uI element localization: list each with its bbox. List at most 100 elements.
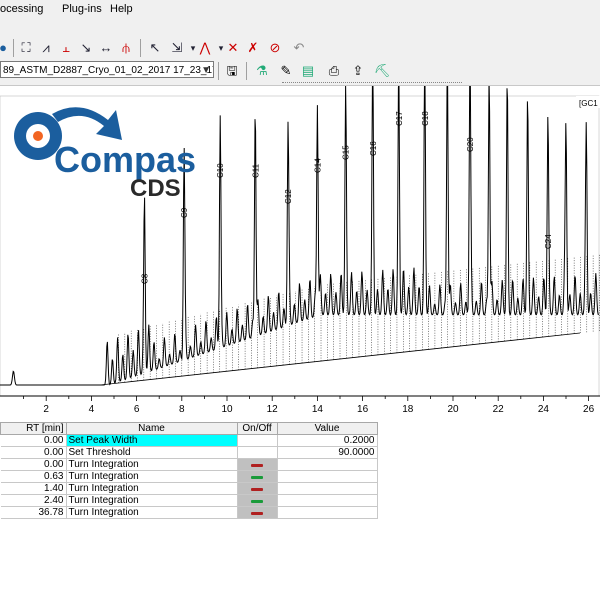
peak-label: C24 [544, 234, 553, 249]
logo-arrow [52, 107, 122, 140]
cell-onoff[interactable] [237, 482, 278, 495]
col-header-rt[interactable]: RT [min] [0, 422, 67, 435]
table-row[interactable]: 36.78 Turn Integration [0, 506, 378, 519]
table-row[interactable]: 0.00 Set Threshold 90.0000 [0, 446, 378, 459]
toggle-flag-icon[interactable] [251, 464, 263, 467]
cell-value[interactable]: 0.2000 [277, 434, 378, 447]
x-tick-label: 14 [312, 404, 324, 415]
cell-rt[interactable]: 2.40 [0, 494, 67, 507]
cell-rt[interactable]: 1.40 [0, 482, 67, 495]
peak-label: C10 [216, 163, 225, 178]
export-icon[interactable]: ⇪ [348, 62, 368, 80]
logo-subtitle: CDS [130, 175, 181, 200]
remove-baseline-icon[interactable]: ✗ [244, 39, 262, 57]
cell-value[interactable] [277, 494, 378, 507]
table-row[interactable]: 0.00 Turn Integration [0, 458, 378, 471]
logo-wordmark: Compass [54, 139, 195, 180]
x-tick-label: 24 [538, 404, 550, 415]
x-tick-label: 20 [447, 404, 459, 415]
print-icon[interactable]: ⎙ [324, 62, 344, 80]
peak-label: C11 [251, 163, 260, 178]
integrate-icon[interactable]: ⫠ [57, 39, 75, 57]
cell-onoff[interactable] [237, 494, 278, 507]
x-tick-label: 16 [357, 404, 369, 415]
clear-peaks-icon[interactable]: ⊘ [266, 39, 284, 57]
x-tick-label: 26 [583, 404, 595, 415]
peak-label: C20 [466, 137, 475, 152]
cell-value[interactable] [277, 470, 378, 483]
toggle-flag-icon[interactable] [251, 512, 263, 515]
x-tick-label: 4 [89, 404, 95, 415]
toolbar-main: ● ⛶ ⩘ ⫠ ↘ ↔ ⫛ ↖ ⇲ ▾ ⋀ ▾ ✕ ✗ ⊘ ↶ [0, 19, 600, 59]
cell-rt[interactable]: 36.78 [0, 506, 67, 519]
cell-name[interactable]: Turn Integration [66, 482, 238, 495]
col-header-name[interactable]: Name [65, 422, 238, 435]
cell-onoff[interactable] [237, 446, 278, 459]
cell-onoff[interactable] [237, 506, 278, 519]
cell-value[interactable] [277, 506, 378, 519]
cell-name[interactable]: Set Peak Width [66, 434, 238, 447]
menu-bar: ocessing Plug-ins Help [0, 0, 600, 19]
x-tick-label: 8 [179, 404, 185, 415]
cell-value[interactable]: 90.0000 [277, 446, 378, 459]
record-icon[interactable]: ● [0, 39, 12, 57]
col-header-onoff[interactable]: On/Off [236, 422, 278, 435]
menu-processing[interactable]: ocessing [0, 3, 43, 15]
table-header-row: RT [min] Name On/Off Value [0, 422, 378, 435]
peak-label: C18 [421, 111, 430, 126]
cell-rt[interactable]: 0.00 [0, 446, 67, 459]
x-tick-label: 18 [402, 404, 414, 415]
toggle-flag-icon[interactable] [251, 476, 263, 479]
cell-value[interactable] [277, 458, 378, 471]
toggle-flag-icon[interactable] [251, 500, 263, 503]
cell-rt[interactable]: 0.63 [0, 470, 67, 483]
cell-value[interactable] [277, 482, 378, 495]
cell-name[interactable]: Turn Integration [66, 506, 238, 519]
calibrate-icon[interactable]: ⚗ [252, 62, 272, 80]
peak-label: C9 [180, 207, 189, 218]
toggle-flag-icon[interactable] [251, 488, 263, 491]
table-row[interactable]: 0.63 Turn Integration [0, 470, 378, 483]
cell-rt[interactable]: 0.00 [0, 434, 67, 447]
x-tick-label: 2 [43, 404, 49, 415]
undo-icon[interactable]: ↶ [290, 39, 308, 57]
menu-help[interactable]: Help [110, 3, 133, 15]
cell-onoff[interactable] [237, 458, 278, 471]
cell-name[interactable]: Turn Integration [66, 470, 238, 483]
report-icon[interactable]: ▤ [298, 62, 318, 80]
peak-label: C15 [342, 145, 351, 160]
window-tag: [GC1 [579, 99, 598, 108]
baseline-icon[interactable]: ↘ [77, 39, 95, 57]
peak-label: C8 [141, 273, 150, 284]
delete-peak-icon[interactable]: ✕ [224, 39, 242, 57]
cell-name[interactable]: Turn Integration [66, 494, 238, 507]
table-row[interactable]: 1.40 Turn Integration [0, 482, 378, 495]
split-peak-icon[interactable]: ↔ [97, 39, 115, 57]
file-select[interactable]: 89_ASTM_D2887_Cryo_01_02_2017 17_23_172_… [0, 61, 214, 78]
save-icon[interactable]: 🖫 [222, 62, 242, 80]
chevron-down-icon[interactable]: ▼ [201, 62, 211, 77]
peak-width-icon[interactable]: ⩘ [37, 39, 55, 57]
instrument-icon[interactable]: ⛏ [372, 62, 392, 80]
table-row[interactable]: 0.00 Set Peak Width 0.2000 [0, 434, 378, 447]
table-row[interactable]: 2.40 Turn Integration [0, 494, 378, 507]
x-tick-label: 10 [221, 404, 233, 415]
x-tick-label: 6 [134, 404, 140, 415]
zoom-fit-icon[interactable]: ⛶ [17, 39, 35, 57]
x-tick-label: 22 [493, 404, 505, 415]
col-header-value[interactable]: Value [276, 422, 378, 435]
cell-onoff[interactable] [237, 434, 278, 447]
x-tick-label: 12 [267, 404, 279, 415]
cell-name[interactable]: Set Threshold [66, 446, 238, 459]
menu-plugins[interactable]: Plug-ins [62, 3, 102, 15]
cell-rt[interactable]: 0.00 [0, 458, 67, 471]
cell-onoff[interactable] [237, 470, 278, 483]
cell-name[interactable]: Turn Integration [66, 458, 238, 471]
manual-peak-icon[interactable]: ⫛ [117, 39, 135, 57]
compass-cds-logo: Compass CDS [14, 107, 195, 200]
timed-events-panel: RT [min] Name On/Off Value 0.00 Set Peak … [0, 422, 600, 600]
file-select-value: 89_ASTM_D2887_Cryo_01_02_2017 17_23_172_ [3, 65, 214, 76]
tool-icon[interactable]: ✎ [276, 62, 296, 80]
select-pointer-icon[interactable]: ↖ [146, 39, 164, 57]
toolbar-grip[interactable] [282, 82, 462, 85]
